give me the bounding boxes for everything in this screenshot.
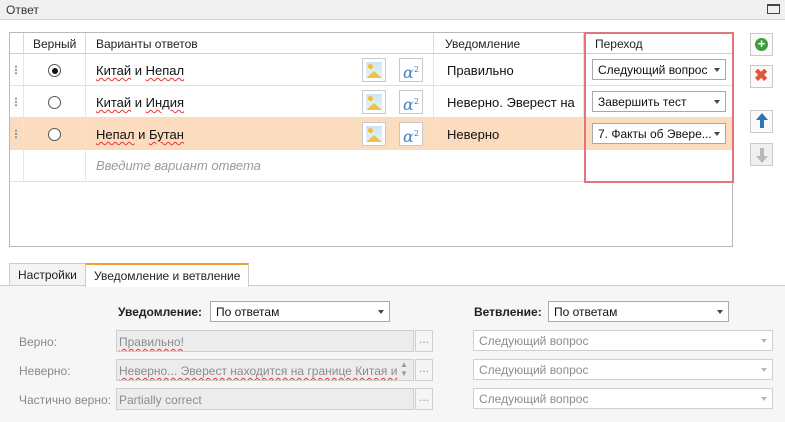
partial-feedback-more-button[interactable]: ... <box>415 388 433 410</box>
branching-label: Ветвление: <box>474 305 542 319</box>
correct-radio[interactable] <box>48 96 61 109</box>
wrong-feedback-field[interactable]: Неверно... Эверест находится на границе … <box>116 359 414 381</box>
row-grip[interactable] <box>10 118 24 149</box>
correct-feedback-field[interactable]: Правильно! <box>116 330 414 352</box>
chevron-down-icon[interactable]: ▼ <box>400 369 408 378</box>
partial-feedback-field[interactable]: Partially correct <box>116 388 414 410</box>
move-down-button[interactable] <box>750 143 773 166</box>
chevron-down-icon <box>717 310 723 314</box>
wrong-feedback-more-button[interactable]: ... <box>415 359 433 381</box>
window-header <box>0 0 785 20</box>
chevron-down-icon <box>761 339 767 343</box>
column-header-correct[interactable]: Верный <box>24 33 86 54</box>
correct-branch-select[interactable]: Следующий вопрос <box>473 330 773 351</box>
column-header-notification[interactable]: Уведомление <box>434 33 584 54</box>
notification-label: Уведомление: <box>118 305 202 319</box>
correct-label: Верно: <box>19 335 57 349</box>
row-grip[interactable] <box>10 54 24 85</box>
delete-answer-button[interactable]: ✖ <box>750 65 773 88</box>
scroll-spinner[interactable]: ▲ ▼ <box>399 360 409 380</box>
move-up-button[interactable] <box>750 110 773 133</box>
transition-highlight <box>584 32 734 183</box>
row-grip[interactable] <box>10 86 24 117</box>
grip-icon <box>15 129 17 139</box>
tab-notification-branching[interactable]: Уведомление и ветвление <box>85 263 250 287</box>
branching-mode-select[interactable]: По ответам <box>548 301 729 322</box>
chevron-down-icon <box>378 310 384 314</box>
chevron-down-icon <box>761 368 767 372</box>
add-answer-button[interactable]: + <box>750 33 773 56</box>
partial-branch-select[interactable]: Следующий вопрос <box>473 388 773 409</box>
grip-header <box>10 33 24 54</box>
correct-radio[interactable] <box>48 64 61 77</box>
notification-mode-select[interactable]: По ответам <box>210 301 390 322</box>
delete-icon: ✖ <box>754 66 769 85</box>
window-title: Ответ <box>6 3 39 17</box>
maximize-icon[interactable] <box>767 4 780 14</box>
new-answer-placeholder[interactable]: Введите вариант ответа <box>96 158 261 173</box>
correct-feedback-more-button[interactable]: ... <box>415 330 433 352</box>
grip-icon <box>15 65 17 75</box>
wrong-label: Неверно: <box>19 364 71 378</box>
column-header-answers[interactable]: Варианты ответов <box>86 33 434 54</box>
chevron-down-icon <box>761 397 767 401</box>
partial-label: Частично верно: <box>19 393 111 407</box>
grip-icon <box>15 97 17 107</box>
plus-icon: + <box>755 37 768 51</box>
correct-radio[interactable] <box>48 128 61 141</box>
tab-settings[interactable]: Настройки <box>9 263 86 286</box>
arrow-down-icon <box>756 156 768 163</box>
chevron-up-icon[interactable]: ▲ <box>400 360 408 369</box>
wrong-branch-select[interactable]: Следующий вопрос <box>473 359 773 380</box>
